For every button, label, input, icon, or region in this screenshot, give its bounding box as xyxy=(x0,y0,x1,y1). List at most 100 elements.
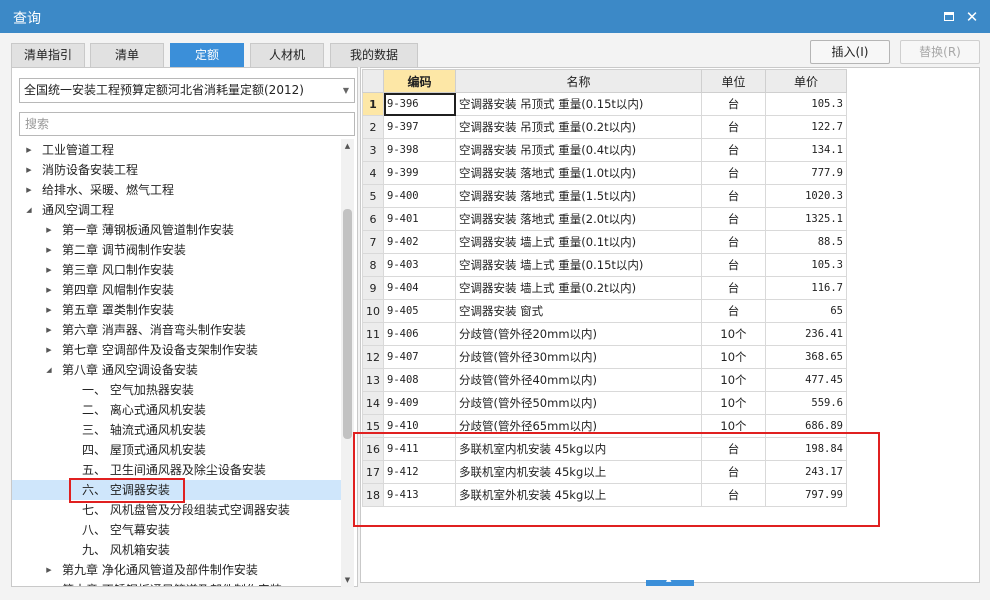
unit-cell[interactable]: 10个 xyxy=(701,391,766,415)
unit-cell[interactable]: 台 xyxy=(701,483,766,507)
row-number[interactable]: 13 xyxy=(362,368,384,392)
tree-item[interactable]: 二、 离心式通风机安装 xyxy=(12,400,342,420)
unit-cell[interactable]: 台 xyxy=(701,460,766,484)
unit-cell[interactable]: 台 xyxy=(701,276,766,300)
insert-button[interactable]: 插入(I) xyxy=(810,40,890,64)
replace-button[interactable]: 替换(R) xyxy=(900,40,980,64)
row-number[interactable]: 10 xyxy=(362,299,384,323)
price-cell[interactable]: 559.6 xyxy=(765,391,847,415)
code-cell[interactable]: 9-398 xyxy=(383,138,456,162)
row-number[interactable]: 18 xyxy=(362,483,384,507)
tree-item[interactable]: 七、 风机盘管及分段组装式空调器安装 xyxy=(12,500,342,520)
splitter-handle[interactable]: ▲ xyxy=(646,575,694,586)
triangle-right-icon[interactable]: ▶ xyxy=(44,300,54,320)
table-row[interactable]: 17 9-412 多联机室内机安装 45kg以上台 243.17 xyxy=(362,460,847,484)
table-row[interactable]: 12 9-407 分歧管(管外径30mm以内) 10个 368.65 xyxy=(362,345,847,369)
price-cell[interactable]: 236.41 xyxy=(765,322,847,346)
triangle-right-icon[interactable]: ▶ xyxy=(44,220,54,240)
unit-cell[interactable]: 10个 xyxy=(701,322,766,346)
price-cell[interactable]: 777.9 xyxy=(765,161,847,185)
tree-item[interactable]: ▶ 第三章 风口制作安装 xyxy=(12,260,342,280)
row-number[interactable]: 8 xyxy=(362,253,384,277)
column-header-code[interactable]: 编码 xyxy=(383,69,456,93)
table-row[interactable]: 10 9-405 空调器安装 窗式台 65 xyxy=(362,299,847,323)
code-cell[interactable]: 9-412 xyxy=(383,460,456,484)
tree-item[interactable]: ▶ 给排水、采暖、燃气工程 xyxy=(12,180,342,200)
unit-cell[interactable]: 台 xyxy=(701,207,766,231)
tree-item[interactable]: 三、 轴流式通风机安装 xyxy=(12,420,342,440)
code-cell[interactable]: 9-406 xyxy=(383,322,456,346)
code-cell[interactable]: 9-411 xyxy=(383,437,456,461)
triangle-right-icon[interactable]: ▶ xyxy=(44,580,54,586)
row-number[interactable]: 17 xyxy=(362,460,384,484)
tree-item[interactable]: 八、 空气幕安装 xyxy=(12,520,342,540)
name-cell[interactable]: 分歧管(管外径20mm以内) xyxy=(455,322,702,346)
table-row[interactable]: 5 9-400 空调器安装 落地式 重量(1.5t以内) 台 1020.3 xyxy=(362,184,847,208)
name-cell[interactable]: 空调器安装 落地式 重量(1.0t以内) xyxy=(455,161,702,185)
row-number[interactable]: 1 xyxy=(362,92,384,116)
name-cell[interactable]: 空调器安装 吊顶式 重量(0.15t以内) xyxy=(455,92,702,116)
table-row[interactable]: 4 9-399 空调器安装 落地式 重量(1.0t以内) 台 777.9 xyxy=(362,161,847,185)
price-cell[interactable]: 1020.3 xyxy=(765,184,847,208)
unit-cell[interactable]: 10个 xyxy=(701,368,766,392)
unit-cell[interactable]: 台 xyxy=(701,437,766,461)
maximize-icon[interactable] xyxy=(941,9,957,25)
table-row[interactable]: 7 9-402 空调器安装 墙上式 重量(0.1t以内) 台 88.5 xyxy=(362,230,847,254)
unit-cell[interactable]: 台 xyxy=(701,161,766,185)
name-cell[interactable]: 分歧管(管外径65mm以内) xyxy=(455,414,702,438)
scroll-up-icon[interactable]: ▲ xyxy=(341,139,354,153)
tree-item[interactable]: ▶ 第九章 净化通风管道及部件制作安装 xyxy=(12,560,342,580)
row-number[interactable]: 7 xyxy=(362,230,384,254)
table-row[interactable]: 2 9-397 空调器安装 吊顶式 重量(0.2t以内) 台 122.7 xyxy=(362,115,847,139)
column-header-name[interactable]: 名称 xyxy=(455,69,702,93)
tab-bill-guide[interactable]: 清单指引 xyxy=(11,43,85,67)
table-row[interactable]: 16 9-411 多联机室内机安装 45kg以内台 198.84 xyxy=(362,437,847,461)
triangle-right-icon[interactable]: ▶ xyxy=(44,280,54,300)
price-cell[interactable]: 368.65 xyxy=(765,345,847,369)
code-cell[interactable]: 9-410 xyxy=(383,414,456,438)
name-cell[interactable]: 空调器安装 落地式 重量(2.0t以内) xyxy=(455,207,702,231)
row-number[interactable]: 14 xyxy=(362,391,384,415)
tree-item[interactable]: 四、 屋顶式通风机安装 xyxy=(12,440,342,460)
name-cell[interactable]: 空调器安装 落地式 重量(1.5t以内) xyxy=(455,184,702,208)
name-cell[interactable]: 分歧管(管外径40mm以内) xyxy=(455,368,702,392)
triangle-right-icon[interactable]: ▶ xyxy=(44,560,54,580)
name-cell[interactable]: 空调器安装 吊顶式 重量(0.2t以内) xyxy=(455,115,702,139)
table-row[interactable]: 14 9-409 分歧管(管外径50mm以内) 10个 559.6 xyxy=(362,391,847,415)
table-row[interactable]: 9 9-404 空调器安装 墙上式 重量(0.2t以内) 台 116.7 xyxy=(362,276,847,300)
tree-item[interactable]: ◢ 第八章 通风空调设备安装 xyxy=(12,360,342,380)
row-number[interactable]: 9 xyxy=(362,276,384,300)
triangle-right-icon[interactable]: ▶ xyxy=(44,320,54,340)
table-row[interactable]: 1 9-396 空调器安装 吊顶式 重量(0.15t以内) 台 105.3 xyxy=(362,92,847,116)
tab-quota[interactable]: 定额 xyxy=(170,43,244,67)
code-cell[interactable]: 9-399 xyxy=(383,161,456,185)
name-cell[interactable]: 空调器安装 墙上式 重量(0.15t以内) xyxy=(455,253,702,277)
unit-cell[interactable]: 台 xyxy=(701,138,766,162)
price-cell[interactable]: 134.1 xyxy=(765,138,847,162)
name-cell[interactable]: 多联机室内机安装 45kg以上 xyxy=(455,460,702,484)
unit-cell[interactable]: 台 xyxy=(701,184,766,208)
unit-cell[interactable]: 台 xyxy=(701,299,766,323)
tab-my-data[interactable]: 我的数据 xyxy=(330,43,418,67)
scroll-down-icon[interactable]: ▼ xyxy=(341,573,354,587)
price-cell[interactable]: 686.89 xyxy=(765,414,847,438)
code-cell[interactable]: 9-402 xyxy=(383,230,456,254)
code-cell[interactable]: 9-401 xyxy=(383,207,456,231)
tree-item[interactable]: 五、 卫生间通风器及除尘设备安装 xyxy=(12,460,342,480)
unit-cell[interactable]: 10个 xyxy=(701,345,766,369)
price-cell[interactable]: 105.3 xyxy=(765,92,847,116)
tree-item[interactable]: ▶ 第四章 风帽制作安装 xyxy=(12,280,342,300)
price-cell[interactable]: 1325.1 xyxy=(765,207,847,231)
tree-item[interactable]: ▶ 消防设备安装工程 xyxy=(12,160,342,180)
triangle-down-icon[interactable]: ◢ xyxy=(44,360,54,380)
close-icon[interactable]: ✕ xyxy=(964,9,980,25)
name-cell[interactable]: 空调器安装 墙上式 重量(0.1t以内) xyxy=(455,230,702,254)
search-field[interactable] xyxy=(19,112,355,136)
tree-item[interactable]: 六、 空调器安装 xyxy=(12,480,342,500)
name-cell[interactable]: 分歧管(管外径50mm以内) xyxy=(455,391,702,415)
code-cell[interactable]: 9-404 xyxy=(383,276,456,300)
tree-item[interactable]: ▶ 第六章 消声器、消音弯头制作安装 xyxy=(12,320,342,340)
triangle-right-icon[interactable]: ▶ xyxy=(44,260,54,280)
row-number[interactable]: 16 xyxy=(362,437,384,461)
tree-item[interactable]: ▶ 第七章 空调部件及设备支架制作安装 xyxy=(12,340,342,360)
